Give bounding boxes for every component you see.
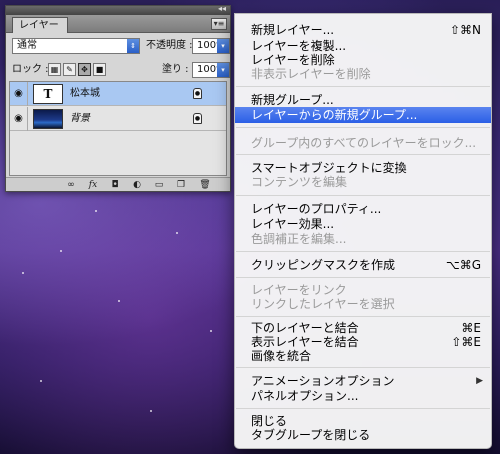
- opacity-field[interactable]: 100% ▾: [192, 38, 230, 54]
- blend-row: 通常 ⇕ 不透明度 : 100% ▾: [12, 38, 230, 56]
- image-layer-thumbnail: [33, 109, 63, 129]
- collapse-icon[interactable]: ◂◂: [218, 4, 226, 13]
- new-group-icon[interactable]: ▭: [152, 179, 166, 191]
- layers-panel: ◂◂ レイヤー ▾≡ 通常 ⇕ 不透明度 : 100% ▾ ロック : ▦ ✎ …: [5, 4, 231, 192]
- menu-separator: [236, 277, 490, 278]
- star: [210, 330, 212, 332]
- menu-separator: [236, 86, 490, 87]
- lock-position-icon[interactable]: ✥: [78, 63, 91, 76]
- menu-item-label: クリッピングマスクを作成: [251, 258, 396, 272]
- menu-item-edit-adjustment: 色調補正を編集...: [235, 231, 491, 247]
- fill-label: 塗り :: [162, 64, 189, 75]
- lock-all-icon[interactable]: ■: [93, 63, 106, 76]
- menu-item-flatten-image[interactable]: 画像を統合: [235, 348, 491, 364]
- star: [150, 410, 152, 412]
- chevron-down-icon: ▾: [217, 39, 229, 53]
- fill-field[interactable]: 100% ▾: [192, 62, 230, 78]
- menu-item-label: リンクしたレイヤーを選択: [251, 297, 395, 311]
- star: [176, 232, 178, 234]
- lock-icon: ●: [193, 113, 202, 124]
- menu-item-create-clipping-mask[interactable]: クリッピングマスクを作成 ⌥⌘G: [235, 257, 491, 273]
- menu-item-new-group[interactable]: 新規グループ...: [235, 92, 491, 108]
- lock-transparency-icon[interactable]: ▦: [48, 63, 61, 76]
- menu-item-label: 画像を統合: [251, 349, 312, 363]
- menu-item-new-layer[interactable]: 新規レイヤー... ⇧⌘N: [235, 22, 491, 38]
- star: [22, 272, 24, 274]
- adjustment-layer-icon[interactable]: ◐: [130, 179, 144, 191]
- lock-pixels-icon[interactable]: ✎: [63, 63, 76, 76]
- layers-panel-menu: 新規レイヤー... ⇧⌘N レイヤーを複製... レイヤーを削除 非表示レイヤー…: [234, 13, 492, 449]
- submenu-arrow-icon: ▶: [476, 376, 483, 386]
- star: [95, 210, 97, 212]
- panel-footer: ∞ fx ◘ ◐ ▭ ❐ 🗑: [6, 177, 230, 191]
- blend-mode-value: 通常: [17, 40, 37, 51]
- menu-item-label: 表示レイヤーを結合: [251, 335, 359, 349]
- menu-separator: [236, 154, 490, 155]
- menu-item-label: レイヤーを複製...: [251, 39, 347, 53]
- blend-mode-select[interactable]: 通常 ⇕: [12, 38, 140, 54]
- new-layer-icon[interactable]: ❐: [174, 179, 188, 191]
- panel-titlebar[interactable]: ◂◂: [6, 4, 230, 15]
- menu-item-animation-options[interactable]: アニメーションオプション ▶: [235, 373, 491, 389]
- menu-item-label: アニメーションオプション: [251, 374, 395, 388]
- menu-item-close-tab-group[interactable]: タブグループを閉じる: [235, 427, 491, 443]
- panel-menu-button[interactable]: ▾≡: [211, 18, 227, 30]
- menu-item-panel-options[interactable]: パネルオプション...: [235, 388, 491, 404]
- menu-item-layer-effects[interactable]: レイヤー効果...: [235, 216, 491, 232]
- lock-label: ロック :: [12, 64, 49, 75]
- chevron-down-icon: ▾: [217, 63, 229, 77]
- menu-item-new-group-from-layers[interactable]: レイヤーからの新規グループ...: [235, 107, 491, 123]
- menu-item-label: レイヤーのプロパティ...: [251, 202, 382, 216]
- tab-layers[interactable]: レイヤー: [12, 17, 68, 33]
- menu-item-label: レイヤー効果...: [251, 217, 335, 231]
- add-mask-icon[interactable]: ◘: [108, 179, 122, 191]
- menu-separator: [236, 127, 490, 128]
- menu-item-label: 下のレイヤーと結合: [251, 321, 359, 335]
- chevron-updown-icon: ⇕: [127, 39, 139, 53]
- menu-item-label: スマートオブジェクトに変換: [251, 161, 407, 175]
- menu-item-label: レイヤーを削除: [251, 53, 335, 67]
- star: [40, 380, 42, 382]
- menu-separator: [236, 367, 490, 368]
- opacity-label: 不透明度 :: [146, 40, 193, 51]
- panel-tab-row: レイヤー ▾≡: [6, 15, 230, 33]
- text-layer-thumbnail: T: [33, 84, 63, 104]
- eye-icon[interactable]: ◉: [10, 107, 28, 131]
- menu-item-label: レイヤーをリンク: [251, 283, 347, 297]
- menu-item-label: コンテンツを編集: [251, 175, 348, 189]
- menu-separator: [236, 251, 490, 252]
- menu-item-layer-properties[interactable]: レイヤーのプロパティ...: [235, 201, 491, 217]
- link-layers-icon[interactable]: ∞: [64, 179, 78, 191]
- menu-item-delete-hidden-layers: 非表示レイヤーを削除: [235, 66, 491, 82]
- menu-item-label: 非表示レイヤーを削除: [251, 67, 371, 81]
- menu-item-label: グループ内のすべてのレイヤーをロック...: [251, 136, 477, 150]
- layer-row-background[interactable]: ◉ 背景 ●: [10, 107, 226, 131]
- menu-item-shortcut: ⇧⌘N: [449, 23, 481, 37]
- menu-item-label: タブグループを閉じる: [251, 428, 371, 442]
- lock-icon: ●: [193, 88, 202, 99]
- menu-separator: [236, 316, 490, 317]
- menu-separator: [236, 408, 490, 409]
- lock-row: ロック : ▦ ✎ ✥ ■ 塗り : 100% ▾: [12, 62, 230, 80]
- fx-icon[interactable]: fx: [86, 179, 100, 191]
- menu-item-label: 閉じる: [251, 414, 288, 428]
- menu-item-label: 新規グループ...: [251, 93, 334, 107]
- star: [60, 250, 62, 252]
- layer-name: 背景: [70, 113, 90, 124]
- trash-icon[interactable]: 🗑: [198, 179, 212, 191]
- menu-item-shortcut: ⌥⌘G: [445, 258, 481, 272]
- menu-item-lock-all-layers-in-group: グループ内のすべてのレイヤーをロック...: [235, 135, 491, 151]
- menu-separator: [236, 195, 490, 196]
- layer-row-text[interactable]: ◉ T 松本城 ●: [10, 82, 226, 106]
- menu-item-label: 新規レイヤー...: [251, 23, 335, 37]
- menu-item-edit-contents: コンテンツを編集: [235, 174, 491, 190]
- menu-item-label: レイヤーからの新規グループ...: [251, 108, 418, 122]
- menu-item-select-linked-layers: リンクしたレイヤーを選択: [235, 296, 491, 312]
- menu-item-label: 色調補正を編集...: [251, 232, 347, 246]
- layers-list: ◉ T 松本城 ● ◉ 背景 ●: [9, 81, 227, 176]
- menu-item-label: パネルオプション...: [251, 389, 359, 403]
- layer-name: 松本城: [70, 88, 100, 99]
- star: [118, 300, 120, 302]
- eye-icon[interactable]: ◉: [10, 82, 28, 106]
